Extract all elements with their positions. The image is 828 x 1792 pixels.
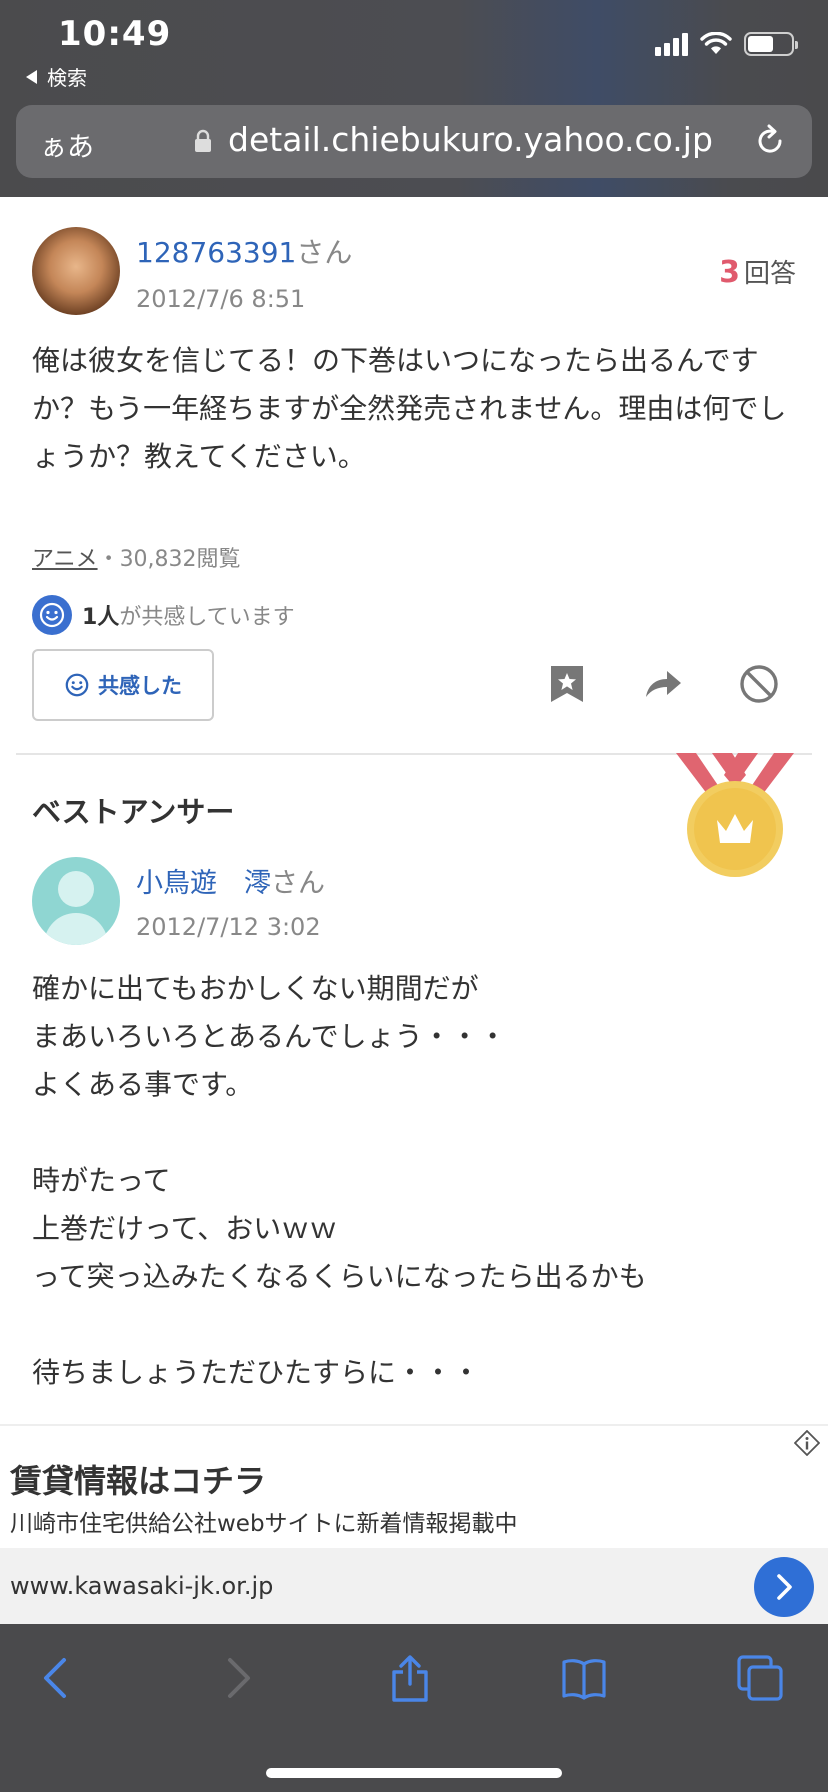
empathy-button[interactable]: 共感した bbox=[32, 649, 214, 721]
ad-info-icon[interactable] bbox=[794, 1430, 820, 1456]
back-to-app-link[interactable]: 検索 bbox=[26, 62, 87, 91]
answer-count-number: 3 bbox=[719, 255, 740, 290]
view-count: ・30,832閲覧 bbox=[97, 547, 241, 572]
browser-toolbar bbox=[0, 1624, 828, 1792]
url-text[interactable]: detail.chiebukuro.yahoo.co.jp bbox=[228, 120, 713, 159]
ad-url-row[interactable]: www.kawasaki-jk.or.jp bbox=[0, 1548, 828, 1626]
home-indicator[interactable] bbox=[266, 1768, 562, 1778]
answerer-avatar[interactable] bbox=[32, 857, 120, 945]
empathy-count: 1人 bbox=[82, 605, 120, 630]
ad-go-button[interactable] bbox=[754, 1557, 814, 1617]
back-triangle-icon bbox=[26, 69, 37, 84]
reader-options-button[interactable]: ぁあ bbox=[40, 125, 94, 164]
status-time: 10:49 bbox=[58, 14, 172, 54]
bookmark-icon[interactable] bbox=[546, 663, 588, 705]
questioner-avatar[interactable] bbox=[32, 227, 120, 315]
answer-count-label: 回答 bbox=[743, 259, 796, 289]
status-icons bbox=[655, 32, 798, 56]
tabs-icon[interactable] bbox=[736, 1654, 784, 1702]
smile-icon bbox=[32, 595, 72, 635]
question-date: 2012/7/6 8:51 bbox=[136, 285, 306, 313]
reload-icon[interactable] bbox=[752, 123, 788, 159]
ad-banner[interactable]: 賃貸情報はコチラ 川崎市住宅供給公社webサイトに新着情報掲載中 www.kaw… bbox=[0, 1424, 828, 1626]
answerer-suffix: さん bbox=[271, 868, 325, 899]
back-chevron-icon[interactable] bbox=[34, 1654, 82, 1702]
questioner-name[interactable]: 128763391 bbox=[136, 236, 296, 269]
share-arrow-icon[interactable] bbox=[642, 663, 684, 705]
ad-url[interactable]: www.kawasaki-jk.or.jp bbox=[10, 1572, 273, 1600]
battery-icon bbox=[744, 32, 798, 56]
forward-chevron-icon[interactable] bbox=[212, 1654, 260, 1702]
best-answer-title: ベストアンサー bbox=[32, 795, 235, 829]
question-meta: アニメ・30,832閲覧 bbox=[32, 541, 241, 573]
best-answer-medal-icon bbox=[676, 753, 794, 877]
block-icon[interactable] bbox=[738, 663, 780, 705]
empathy-button-label: 共感した bbox=[98, 674, 182, 698]
questioner-name-line[interactable]: 128763391さん bbox=[136, 231, 352, 271]
answerer-name[interactable]: 小鳥遊 澪 bbox=[136, 868, 271, 899]
ad-subtitle: 川崎市住宅供給公社webサイトに新着情報掲載中 bbox=[10, 1511, 518, 1537]
lock-icon bbox=[195, 129, 211, 152]
category-link[interactable]: アニメ bbox=[32, 547, 98, 572]
question-text: 俺は彼女を信じてる！の下巻はいつになったら出るんですか？もう一年経ちますが全然発… bbox=[32, 344, 787, 473]
wifi-icon bbox=[700, 32, 732, 54]
empathy-summary: 1人が共感しています bbox=[32, 595, 295, 635]
chevron-right-icon bbox=[777, 1574, 792, 1600]
cellular-signal-icon bbox=[655, 32, 688, 56]
questioner-suffix: さん bbox=[296, 236, 353, 269]
best-answer-text: 確かに出てもおかしくない期間だが まあいろいろとあるんでしょう・・・ よくある事… bbox=[32, 972, 647, 1389]
back-to-app-label: 検索 bbox=[47, 66, 87, 90]
empathy-text: が共感しています bbox=[119, 605, 295, 630]
address-bar[interactable]: ぁあ detail.chiebukuro.yahoo.co.jp bbox=[16, 105, 812, 178]
bookmarks-book-icon[interactable] bbox=[560, 1654, 608, 1702]
smile-outline-icon bbox=[65, 673, 89, 697]
answer-date: 2012/7/12 3:02 bbox=[136, 913, 321, 941]
ad-title[interactable]: 賃貸情報はコチラ bbox=[10, 1456, 266, 1502]
answerer-name-line[interactable]: 小鳥遊 澪さん bbox=[136, 861, 325, 900]
answer-count[interactable]: 3 回答 bbox=[719, 253, 796, 290]
share-icon[interactable] bbox=[386, 1654, 434, 1702]
status-and-address-bar: 10:49 検索 ぁあ detail.chiebukuro.yahoo.co.j… bbox=[0, 0, 828, 197]
